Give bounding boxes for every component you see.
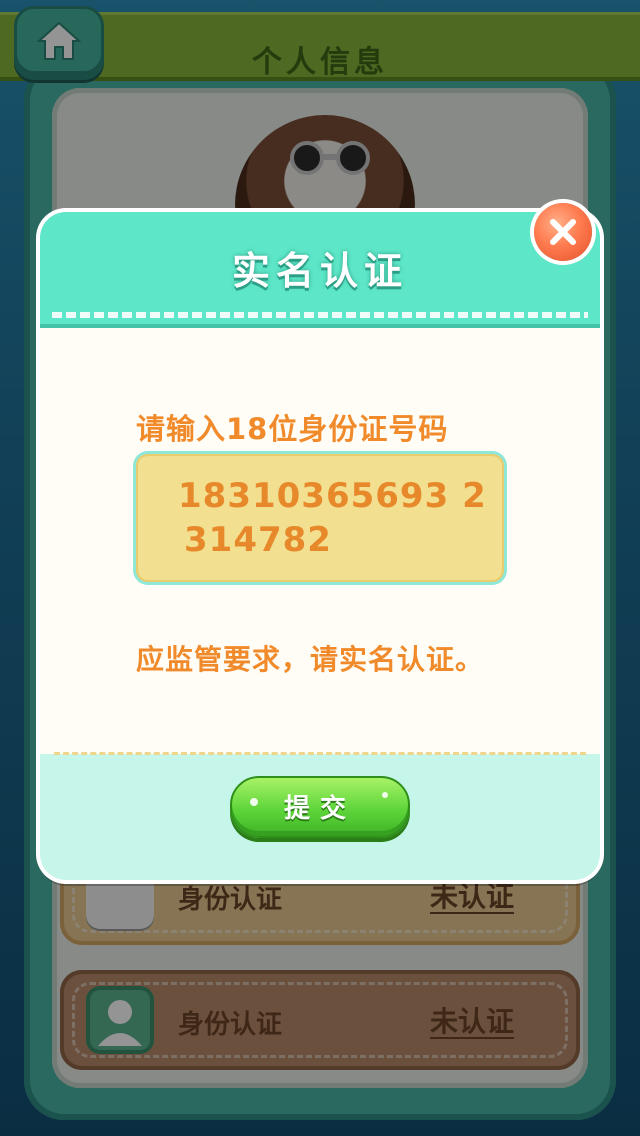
id-number-line-2: 314782 [184,520,332,560]
realname-dialog: 实名认证 请输入18位身份证号码 18310365693 2 314782 应监… [40,212,600,880]
regulation-notice: 应监管要求，请实名认证。 [136,643,485,676]
dialog-header: 实名认证 [40,212,600,328]
id-number-input[interactable]: 18310365693 2 314782 [136,454,504,582]
close-button[interactable] [534,203,592,261]
close-icon [550,219,576,245]
footer-divider [54,752,586,755]
submit-button[interactable]: 提交 [230,776,410,838]
header-stripe [52,312,588,318]
id-number-line-1: 18310365693 2 [178,476,487,516]
id-prompt: 请输入18位身份证号码 [136,412,449,446]
submit-label: 提交 [283,794,356,824]
dialog-title: 实名认证 [231,249,408,293]
